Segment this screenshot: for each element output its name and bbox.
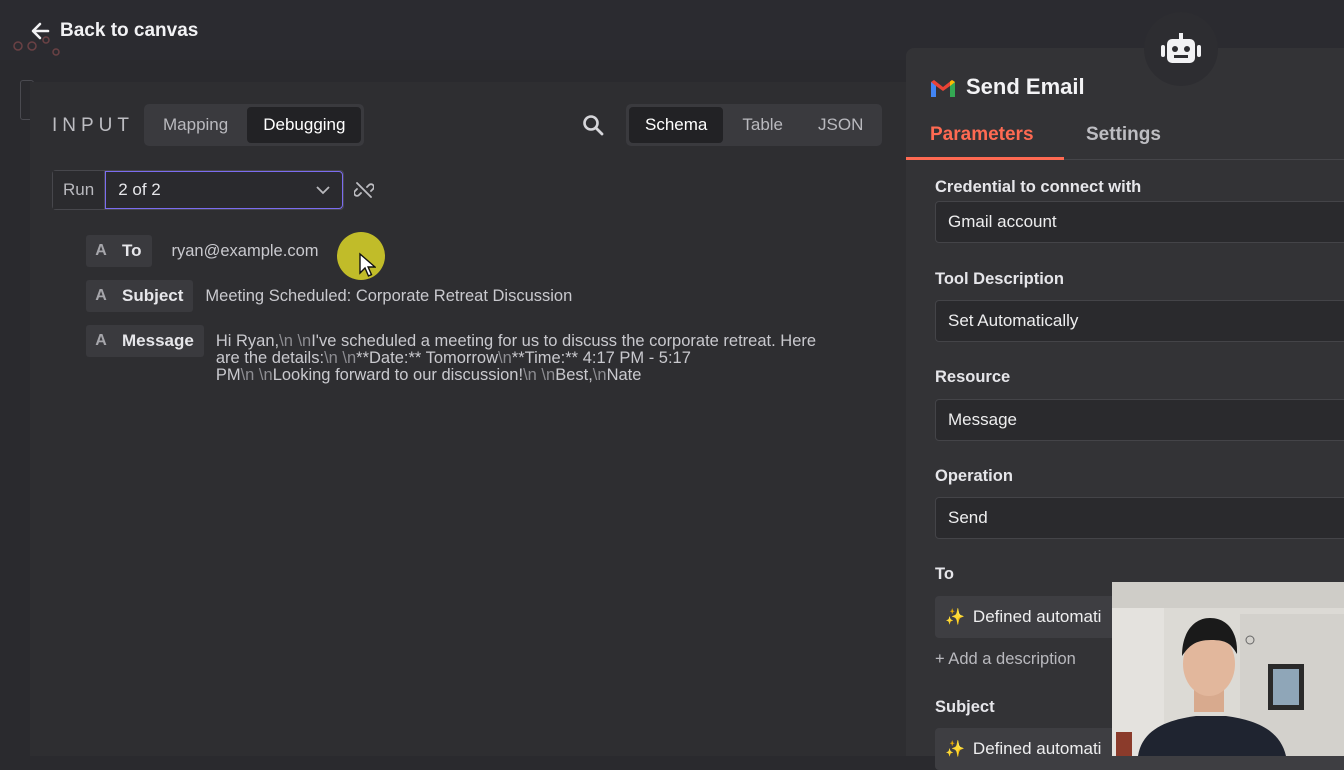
- field-key-tag[interactable]: A Subject: [86, 280, 194, 312]
- operation-select[interactable]: Send: [935, 497, 1344, 539]
- field-value: Meeting Scheduled: Corporate Retreat Dis…: [205, 287, 573, 305]
- chevron-down-icon: [316, 186, 330, 195]
- field-key: Message: [122, 331, 194, 350]
- input-panel-title: INPUT: [52, 115, 134, 136]
- string-type-icon: A: [95, 242, 107, 259]
- tool-description-select[interactable]: Set Automatically: [935, 300, 1344, 342]
- add-description-link[interactable]: + Add a description: [935, 650, 1076, 669]
- tab-json[interactable]: JSON: [802, 107, 879, 143]
- run-label: Run: [53, 171, 106, 209]
- credential-select[interactable]: Gmail account: [935, 201, 1344, 243]
- sparkles-icon: ✨: [945, 609, 965, 626]
- ai-assistant-button[interactable]: [1144, 12, 1218, 86]
- credential-label: Credential to connect with: [935, 178, 1142, 196]
- gmail-icon: [931, 80, 955, 97]
- subject-defined-label: Defined automati: [972, 739, 1102, 758]
- field-value: ryan@example.com: [171, 242, 319, 260]
- field-key-tag[interactable]: A To: [86, 235, 152, 267]
- view-toggle: Schema Table JSON: [626, 104, 883, 146]
- to-defined-label: Defined automati: [972, 607, 1102, 626]
- n8n-logo-icon: [13, 36, 60, 56]
- field-key-tag[interactable]: A Message: [86, 325, 204, 357]
- tab-settings[interactable]: Settings: [1086, 124, 1161, 146]
- string-type-icon: A: [95, 287, 107, 304]
- subject-label: Subject: [935, 698, 995, 716]
- tab-table[interactable]: Table: [726, 107, 799, 143]
- mode-toggle: Mapping Debugging: [144, 104, 365, 146]
- search-icon[interactable]: [582, 114, 604, 136]
- robot-icon: [1161, 33, 1201, 63]
- string-type-icon: A: [95, 332, 107, 349]
- field-key: To: [122, 241, 142, 260]
- field-key: Subject: [122, 286, 184, 305]
- tab-debugging[interactable]: Debugging: [247, 107, 362, 143]
- field-row-to: A To ryan@example.com: [86, 235, 319, 267]
- tab-parameters[interactable]: Parameters: [930, 124, 1034, 146]
- tool-description-label: Tool Description: [935, 270, 1064, 288]
- back-label: Back to canvas: [60, 20, 199, 41]
- tab-schema[interactable]: Schema: [629, 107, 724, 143]
- field-value: Hi Ryan,\n \nI've scheduled a meeting fo…: [215, 332, 817, 384]
- active-tab-indicator: [906, 157, 1064, 160]
- run-selector: Run 2 of 2: [52, 170, 345, 210]
- unlink-icon[interactable]: [354, 180, 374, 200]
- tab-mapping[interactable]: Mapping: [147, 107, 244, 143]
- run-select[interactable]: 2 of 2: [105, 171, 344, 209]
- run-select-value: 2 of 2: [118, 180, 161, 199]
- webcam-overlay: [1112, 582, 1344, 756]
- field-row-message: A Message Hi Ryan,\n \nI've scheduled a …: [86, 325, 876, 384]
- sparkles-icon: ✨: [945, 741, 965, 758]
- operation-label: Operation: [935, 467, 1013, 485]
- to-label: To: [935, 565, 954, 583]
- field-row-subject: A Subject Meeting Scheduled: Corporate R…: [86, 280, 572, 312]
- resource-select[interactable]: Message: [935, 399, 1344, 441]
- resource-label: Resource: [935, 368, 1011, 386]
- node-tabs: Parameters Settings: [906, 120, 1344, 160]
- presenter-video: [1112, 582, 1344, 756]
- mouse-cursor-icon: [359, 252, 376, 277]
- input-panel: INPUT Mapping Debugging Schema Table JSO…: [30, 82, 906, 756]
- node-title: Send Email: [966, 74, 1085, 99]
